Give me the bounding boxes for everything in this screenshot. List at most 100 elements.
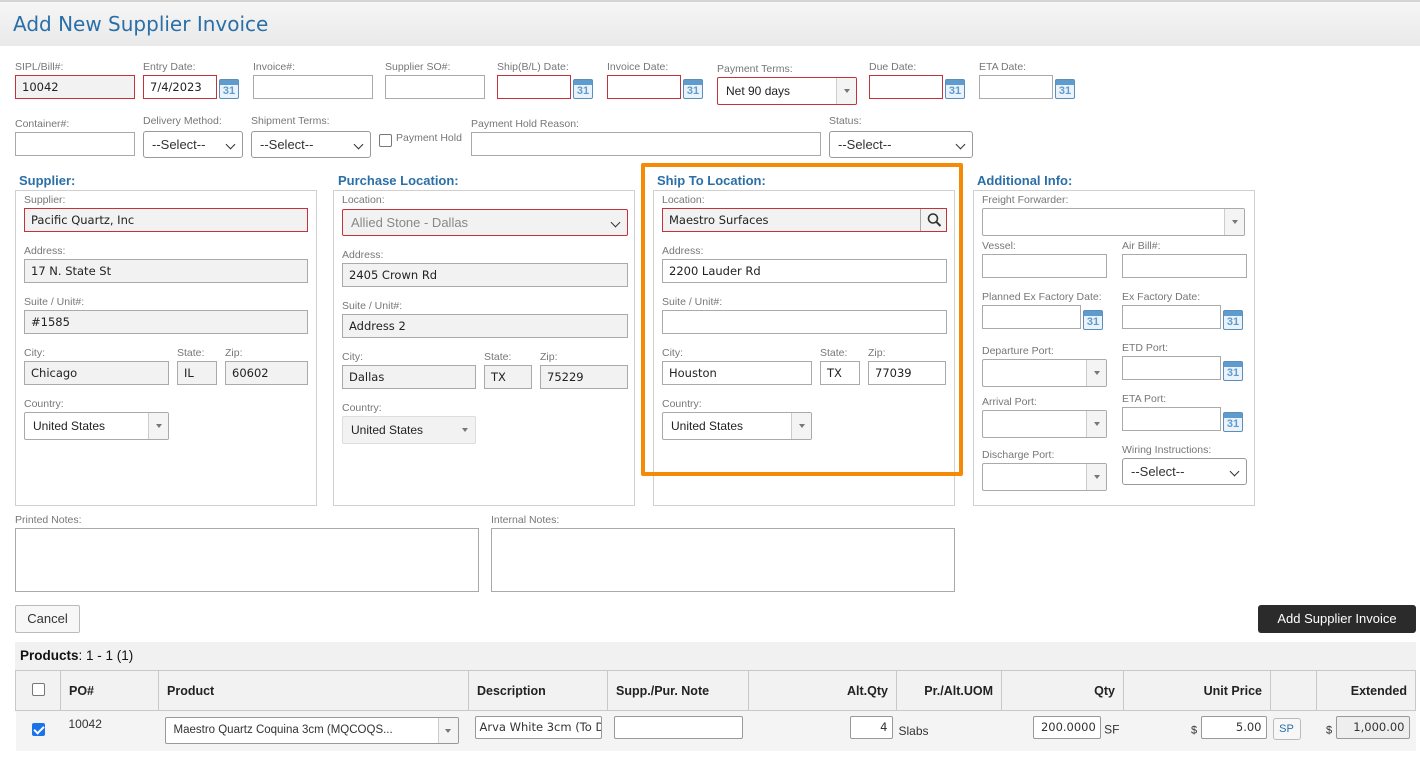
select-all-checkbox[interactable] (31, 682, 45, 696)
delivery-method-select[interactable]: --Select-- (143, 131, 243, 158)
purchase-address-input[interactable]: 2405 Crown Rd (342, 263, 628, 287)
payment-hold-reason-input[interactable] (471, 132, 821, 156)
supplier-name-label: Supplier: (24, 194, 66, 206)
air-bill-label: Air Bill#: (1122, 240, 1161, 252)
sipl-label: SIPL/Bill#: (15, 61, 64, 73)
etd-port-calendar-icon[interactable]: 31 (1223, 361, 1243, 381)
row-qty-input[interactable]: 200.0000 (1032, 716, 1101, 740)
row-unit-price-input[interactable]: 5.00 (1200, 716, 1267, 740)
entry-date-label: Entry Date: (143, 61, 196, 73)
purchase-section-title: Purchase Location: (338, 173, 459, 188)
payment-hold-label: Payment Hold (396, 132, 462, 144)
printed-notes-textarea[interactable] (15, 528, 479, 592)
invoice-no-input[interactable] (253, 75, 373, 99)
ship-date-input[interactable] (497, 75, 571, 99)
eta-date-calendar-icon[interactable]: 31 (1055, 79, 1075, 99)
row-extended-input: 1,000.00 (1335, 716, 1410, 740)
row-sp-cell: SP (1270, 710, 1317, 751)
products-table-header: PO# Product Description Supp./Pur. Note … (15, 670, 1416, 711)
row-qty-cell: 200.0000 SF (1001, 710, 1124, 751)
supplier-zip-input[interactable]: 60602 (225, 361, 308, 385)
due-date-label: Due Date: (869, 61, 917, 73)
container-input[interactable] (15, 132, 135, 156)
col-pr-alt-uom: Pr./Alt.UOM (896, 670, 1002, 711)
air-bill-input[interactable] (1122, 254, 1247, 278)
freight-forwarder-select[interactable] (982, 208, 1245, 236)
wiring-instructions-select[interactable]: --Select-- (1122, 458, 1247, 485)
supplier-name-input[interactable]: Pacific Quartz, Inc (24, 208, 308, 232)
invoice-date-input[interactable] (607, 75, 681, 99)
internal-notes-textarea[interactable] (491, 528, 955, 592)
planned-ex-factory-input[interactable] (982, 305, 1081, 329)
purchase-country-label: Country: (342, 402, 382, 414)
row-extended-cell: $ 1,000.00 (1316, 710, 1416, 751)
purchase-suite-input[interactable]: Address 2 (342, 314, 628, 338)
ship-date-calendar-icon[interactable]: 31 (573, 79, 593, 99)
supplier-state-label: State: (177, 347, 205, 359)
supplier-city-input[interactable]: Chicago (24, 361, 169, 385)
supplier-suite-input[interactable]: #1585 (24, 310, 308, 334)
purchase-suite-label: Suite / Unit#: (342, 300, 403, 312)
entry-date-calendar-icon[interactable]: 31 (219, 79, 239, 99)
products-table: PO# Product Description Supp./Pur. Note … (15, 670, 1416, 751)
due-date-input[interactable] (869, 75, 943, 99)
payment-hold-reason-label: Payment Hold Reason: (471, 118, 579, 130)
page-header: Add New Supplier Invoice (0, 0, 1420, 46)
eta-date-input[interactable] (979, 75, 1053, 99)
departure-port-select[interactable] (982, 359, 1107, 387)
col-sp (1270, 670, 1317, 711)
purchase-panel (333, 190, 635, 506)
supplier-so-input[interactable] (385, 75, 485, 99)
vessel-label: Vessel: (982, 240, 1016, 252)
container-label: Container#: (15, 118, 70, 130)
ex-factory-calendar-icon[interactable]: 31 (1223, 310, 1243, 330)
internal-notes-label: Internal Notes: (491, 514, 560, 526)
row-select-cell (15, 710, 61, 751)
shipment-terms-select[interactable]: --Select-- (251, 131, 371, 158)
chevron-down-icon (148, 413, 168, 439)
discharge-port-select[interactable] (982, 463, 1107, 491)
purchase-state-input[interactable]: TX (484, 365, 532, 389)
row-supp-note-input[interactable] (613, 716, 743, 740)
supplier-country-select[interactable]: United States (24, 412, 169, 440)
eta-port-calendar-icon[interactable]: 31 (1223, 412, 1243, 432)
planned-ex-factory-calendar-icon[interactable]: 31 (1083, 310, 1103, 330)
purchase-location-select[interactable]: Allied Stone - Dallas (342, 209, 628, 236)
supplier-country-label: Country: (24, 398, 64, 410)
row-checkbox[interactable] (31, 722, 45, 736)
supplier-state-input[interactable]: IL (177, 361, 217, 385)
col-supp-note: Supp./Pur. Note (607, 670, 749, 711)
supplier-address-input[interactable]: 17 N. State St (24, 259, 308, 283)
eta-port-input[interactable] (1122, 407, 1221, 431)
invoice-date-calendar-icon[interactable]: 31 (683, 79, 703, 99)
row-alt-qty-input[interactable]: 4 (849, 716, 893, 740)
payment-terms-select[interactable]: Net 90 days (717, 77, 857, 105)
arrival-port-select[interactable] (982, 410, 1107, 438)
purchase-country-select[interactable]: United States (342, 416, 476, 444)
ex-factory-input[interactable] (1122, 305, 1221, 329)
purchase-city-input[interactable]: Dallas (342, 365, 476, 389)
ship-to-highlight (641, 163, 963, 476)
row-description-cell: Arva White 3cm (To D (468, 710, 608, 751)
row-description-input[interactable]: Arva White 3cm (To D (474, 716, 602, 740)
row-uom: SF (1104, 722, 1120, 737)
sipl-input[interactable]: 10042 (15, 75, 135, 99)
row-alt-uom: Slabs (896, 710, 1002, 751)
purchase-zip-input[interactable]: 75229 (540, 365, 628, 389)
cancel-button[interactable]: Cancel (15, 605, 80, 633)
page-title: Add New Supplier Invoice (13, 12, 269, 36)
status-select[interactable]: --Select-- (829, 131, 973, 158)
purchase-state-label: State: (484, 351, 512, 363)
row-supp-note-cell (607, 710, 749, 751)
row-sp-button[interactable]: SP (1272, 718, 1301, 741)
printed-notes-label: Printed Notes: (15, 514, 82, 526)
etd-port-input[interactable] (1122, 356, 1221, 380)
chevron-down-icon (1086, 464, 1106, 490)
row-product-select[interactable]: Maestro Quartz Coquina 3cm (MQCOQS... (164, 717, 459, 745)
due-date-calendar-icon[interactable]: 31 (945, 79, 965, 99)
vessel-input[interactable] (982, 254, 1107, 278)
add-supplier-invoice-button[interactable]: Add Supplier Invoice (1258, 605, 1416, 633)
payment-hold-checkbox[interactable] (379, 134, 392, 147)
entry-date-input[interactable]: 7/4/2023 (143, 75, 217, 99)
select-all-header (15, 670, 61, 711)
